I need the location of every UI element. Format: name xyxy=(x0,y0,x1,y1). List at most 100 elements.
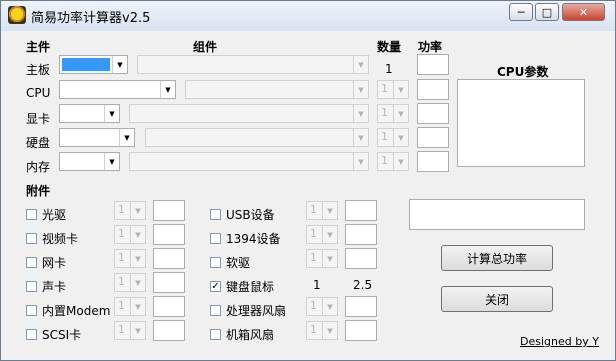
credit-link[interactable]: Designed by Y xyxy=(520,335,599,348)
modem-checkbox[interactable] xyxy=(26,305,37,316)
chevron-down-icon: ▼ xyxy=(112,56,127,73)
case-fan-power-field[interactable] xyxy=(345,320,377,341)
floppy-drive-qty-combo[interactable]: 1 ▼ xyxy=(306,249,338,268)
app-window: 简易功率计算器v2.5 ─ □ ✕ 主件 组件 数量 功率 主板 ▼ ▼ 1 C… xyxy=(0,0,616,361)
gpu-brand-combo[interactable]: ▼ xyxy=(59,104,120,123)
chevron-down-icon: ▼ xyxy=(130,250,145,267)
video-card-qty-combo[interactable]: 1 ▼ xyxy=(114,225,146,244)
ram-qty-value: 1 xyxy=(381,154,388,167)
motherboard-power-field[interactable] xyxy=(417,54,449,75)
motherboard-model-combo[interactable]: ▼ xyxy=(137,55,369,74)
cpu-qty-combo[interactable]: 1 ▼ xyxy=(377,80,409,99)
scsi-card-checkbox[interactable] xyxy=(26,329,37,340)
chevron-down-icon: ▼ xyxy=(353,56,368,73)
minimize-button[interactable]: ─ xyxy=(509,3,533,21)
video-card-checkbox[interactable] xyxy=(26,233,37,244)
sound-card-checkbox[interactable] xyxy=(26,281,37,292)
case-fan-label: 机箱风扇 xyxy=(226,328,275,342)
floppy-drive-label: 软驱 xyxy=(226,256,251,270)
cpu-params-title: CPU参数 xyxy=(497,65,549,79)
cpu-qty-value: 1 xyxy=(381,82,388,95)
calculate-button[interactable]: 计算总功率 xyxy=(441,245,553,271)
network-card-checkbox[interactable] xyxy=(26,257,37,268)
modem-qty-combo[interactable]: 1 ▼ xyxy=(114,297,146,316)
close-button[interactable]: 关闭 xyxy=(441,286,553,312)
firewire-device-label: 1394设备 xyxy=(226,232,281,246)
component-header: 组件 xyxy=(193,40,218,54)
hdd-model-combo[interactable]: ▼ xyxy=(145,128,369,147)
scsi-card-qty-combo[interactable]: 1 ▼ xyxy=(114,321,146,340)
sound-card-power-field[interactable] xyxy=(153,272,185,293)
chevron-down-icon: ▼ xyxy=(322,226,337,243)
modem-power-field[interactable] xyxy=(153,296,185,317)
network-card-label: 网卡 xyxy=(42,256,67,270)
optical-drive-power-field[interactable] xyxy=(153,200,185,221)
case-fan-checkbox[interactable] xyxy=(210,329,221,340)
floppy-drive-checkbox[interactable] xyxy=(210,257,221,268)
scsi-card-label: SCSI卡 xyxy=(42,328,82,342)
firewire-device-qty-combo[interactable]: 1 ▼ xyxy=(306,225,338,244)
floppy-drive-power-field[interactable] xyxy=(345,248,377,269)
chevron-down-icon: ▼ xyxy=(353,105,368,122)
network-card-power-field[interactable] xyxy=(153,248,185,269)
modem-qty-value: 1 xyxy=(118,299,125,312)
optical-drive-qty-combo[interactable]: 1 ▼ xyxy=(114,201,146,220)
hdd-power-field[interactable] xyxy=(417,127,449,148)
gpu-qty-combo[interactable]: 1 ▼ xyxy=(377,104,409,123)
window-title: 简易功率计算器v2.5 xyxy=(31,11,151,26)
network-card-qty-combo[interactable]: 1 ▼ xyxy=(114,249,146,268)
cpu-fan-power-field[interactable] xyxy=(345,296,377,317)
chevron-down-icon: ▼ xyxy=(130,274,145,291)
firewire-device-power-field[interactable] xyxy=(345,224,377,245)
modem-label: 内置Modem xyxy=(42,304,111,318)
sound-card-qty-combo[interactable]: 1 ▼ xyxy=(114,273,146,292)
hdd-label: 硬盘 xyxy=(26,136,51,150)
cpu-power-field[interactable] xyxy=(417,79,449,100)
keyboard-mouse-checkbox[interactable]: ✓ xyxy=(210,281,221,292)
close-window-button[interactable]: ✕ xyxy=(562,3,605,21)
chevron-down-icon: ▼ xyxy=(393,129,408,146)
keyboard-mouse-power: 2.5 xyxy=(353,278,373,292)
chevron-down-icon: ▼ xyxy=(160,81,175,98)
firewire-device-qty-value: 1 xyxy=(310,227,317,240)
case-fan-qty-value: 1 xyxy=(310,323,317,336)
ram-power-field[interactable] xyxy=(417,151,449,172)
scsi-card-power-field[interactable] xyxy=(153,320,185,341)
maximize-button[interactable]: □ xyxy=(535,3,559,21)
motherboard-qty: 1 xyxy=(385,62,393,76)
gpu-label: 显卡 xyxy=(26,112,51,126)
gpu-model-combo[interactable]: ▼ xyxy=(129,104,369,123)
floppy-drive-qty-value: 1 xyxy=(310,251,317,264)
optical-drive-qty-value: 1 xyxy=(118,203,125,216)
ram-qty-combo[interactable]: 1 ▼ xyxy=(377,152,409,171)
firewire-device-checkbox[interactable] xyxy=(210,233,221,244)
ram-brand-combo[interactable]: ▼ xyxy=(59,152,120,171)
video-card-power-field[interactable] xyxy=(153,224,185,245)
hdd-qty-combo[interactable]: 1 ▼ xyxy=(377,128,409,147)
usb-device-label: USB设备 xyxy=(226,208,275,222)
motherboard-label: 主板 xyxy=(26,63,51,77)
chevron-down-icon: ▼ xyxy=(322,298,337,315)
gpu-power-field[interactable] xyxy=(417,103,449,124)
usb-device-checkbox[interactable] xyxy=(210,209,221,220)
total-power-output xyxy=(409,199,585,230)
chevron-down-icon: ▼ xyxy=(130,322,145,339)
motherboard-brand-combo[interactable]: ▼ xyxy=(59,55,128,74)
chevron-down-icon: ▼ xyxy=(393,81,408,98)
usb-device-qty-combo[interactable]: 1 ▼ xyxy=(306,201,338,220)
gpu-qty-value: 1 xyxy=(381,106,388,119)
optical-drive-label: 光驱 xyxy=(42,208,67,222)
hdd-qty-value: 1 xyxy=(381,130,388,143)
usb-device-power-field[interactable] xyxy=(345,200,377,221)
cpu-params-panel xyxy=(457,79,585,167)
cpu-fan-qty-combo[interactable]: 1 ▼ xyxy=(306,297,338,316)
video-card-label: 视频卡 xyxy=(42,232,79,246)
cpu-brand-combo[interactable]: ▼ xyxy=(59,80,176,99)
hdd-brand-combo[interactable]: ▼ xyxy=(59,128,135,147)
cpu-model-combo[interactable]: ▼ xyxy=(185,80,369,99)
cpu-fan-checkbox[interactable] xyxy=(210,305,221,316)
ram-model-combo[interactable]: ▼ xyxy=(129,152,369,171)
case-fan-qty-combo[interactable]: 1 ▼ xyxy=(306,321,338,340)
chevron-down-icon: ▼ xyxy=(353,153,368,170)
optical-drive-checkbox[interactable] xyxy=(26,209,37,220)
